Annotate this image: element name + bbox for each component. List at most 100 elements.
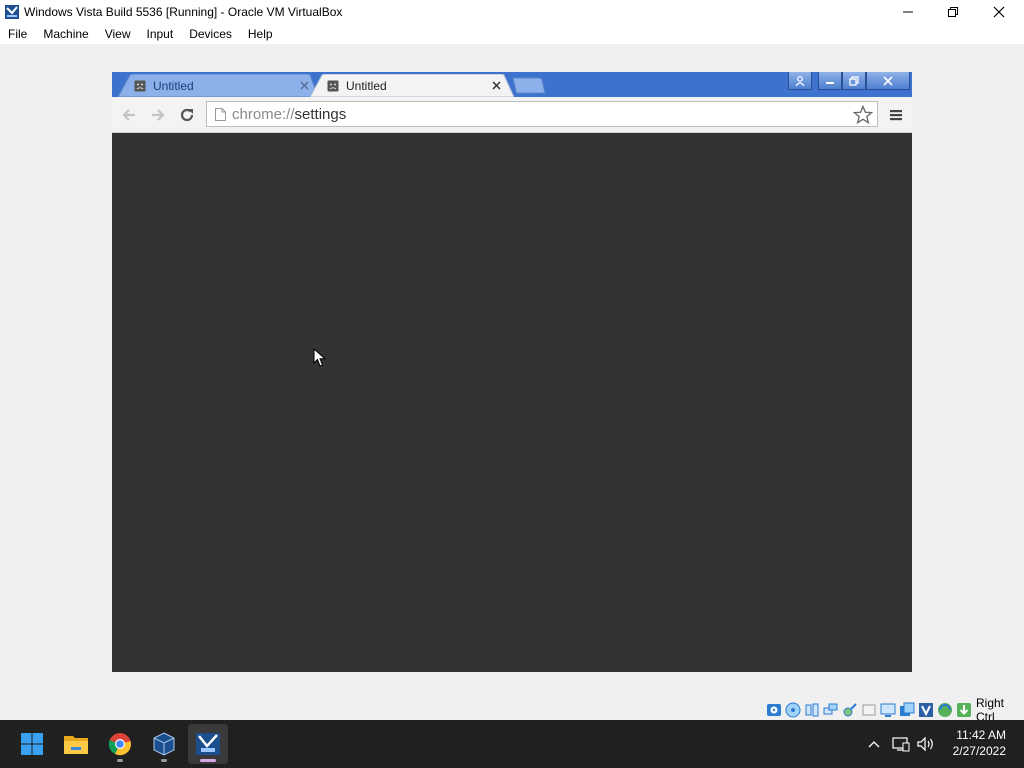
address-bar-url: chrome://settings (232, 106, 346, 123)
hard-disk-button[interactable] (766, 702, 782, 718)
network-button[interactable] (823, 702, 839, 718)
tab-close-button[interactable] (490, 79, 502, 91)
star-icon[interactable] (853, 105, 873, 125)
active-indicator (200, 759, 216, 762)
optical-drive-icon (785, 702, 801, 718)
browser-close-button[interactable] (866, 72, 910, 90)
tab-title: Untitled (153, 79, 194, 93)
arrow-right-icon (152, 109, 165, 121)
menu-devices[interactable]: Devices (181, 24, 240, 44)
taskbar-file-explorer[interactable] (56, 724, 96, 764)
menu-view[interactable]: View (97, 24, 139, 44)
running-indicator (117, 759, 123, 762)
display-button[interactable] (880, 702, 896, 718)
new-tab-button[interactable] (512, 77, 546, 94)
mouse-integration-button[interactable] (937, 702, 953, 718)
sad-page-icon (327, 80, 339, 92)
close-button[interactable] (976, 0, 1022, 24)
restore-icon (849, 75, 859, 86)
keyboard-capture-icon (957, 703, 971, 717)
usb-icon (843, 703, 857, 717)
windows-start-icon (21, 733, 43, 755)
hard-disk-icon (767, 704, 781, 716)
url-path: settings (294, 106, 347, 123)
close-icon (993, 6, 1005, 18)
network-icon (823, 703, 838, 715)
sad-page-icon (134, 80, 146, 92)
vm-statusbar: Right Ctrl (766, 696, 1024, 724)
usb-button[interactable] (842, 702, 858, 718)
taskbar-chrome[interactable] (100, 724, 140, 764)
tab-title: Untitled (346, 79, 387, 93)
clock-date: 2/27/2022 (952, 744, 1006, 758)
address-bar[interactable]: chrome://settings (206, 101, 878, 127)
volume-icon (917, 736, 933, 752)
url-scheme: chrome:// (232, 106, 295, 123)
network-icon (892, 737, 910, 752)
browser-page-content[interactable] (112, 133, 912, 672)
menu-help[interactable]: Help (240, 24, 281, 44)
virtualization-icon (919, 703, 933, 717)
minimize-icon (826, 81, 834, 84)
menu-input[interactable]: Input (139, 24, 182, 44)
restore-icon (948, 7, 958, 17)
reload-button[interactable] (177, 105, 197, 125)
browser-toolbar: chrome://settings (112, 97, 912, 133)
keyboard-capture-button[interactable] (956, 702, 972, 718)
display-icon (880, 703, 896, 717)
minimize-button[interactable] (885, 0, 931, 24)
taskbar: 11:42 AM 2/27/2022 (0, 720, 1024, 768)
shared-folders-icon (862, 704, 876, 716)
tab-inactive[interactable]: Untitled (118, 74, 318, 97)
taskbar-virtualbox[interactable] (144, 724, 184, 764)
volume-tray-button[interactable] (916, 734, 936, 754)
video-capture-icon (900, 702, 915, 716)
browser-tabstrip: Untitled Untitled (112, 72, 912, 97)
browser-minimize-button[interactable] (818, 72, 842, 90)
close-icon (883, 75, 893, 86)
menu-bar: File Machine View Input Devices Help (0, 24, 1024, 44)
minimize-icon (903, 11, 913, 13)
browser-restore-button[interactable] (842, 72, 866, 90)
running-indicator (161, 759, 167, 762)
vista-vm-icon (196, 733, 220, 755)
chrome-icon (108, 733, 131, 756)
close-icon (491, 80, 501, 90)
guest-screen[interactable]: Untitled Untitled chrome://settings (112, 72, 912, 672)
clock-time: 11:42 AM (956, 728, 1006, 742)
page-icon (215, 108, 226, 121)
show-hidden-icons-button[interactable] (864, 734, 884, 754)
virtualization-button[interactable] (918, 702, 934, 718)
mouse-integration-icon (938, 703, 952, 717)
tab-close-button[interactable] (298, 79, 310, 91)
chevron-up-icon (868, 741, 880, 748)
window-titlebar: Windows Vista Build 5536 [Running] - Ora… (0, 0, 1024, 24)
taskbar-vista-vm[interactable] (188, 724, 228, 764)
optical-drive-button[interactable] (785, 702, 801, 718)
menu-machine[interactable]: Machine (35, 24, 96, 44)
hamburger-menu-icon (890, 110, 902, 121)
audio-icon (805, 703, 819, 717)
profile-button[interactable] (788, 72, 812, 90)
close-icon (299, 80, 309, 90)
video-capture-button[interactable] (899, 702, 915, 718)
audio-button[interactable] (804, 702, 820, 718)
virtualbox-icon (153, 732, 175, 756)
network-tray-button[interactable] (891, 734, 911, 754)
person-icon (795, 75, 805, 86)
file-explorer-icon (64, 736, 88, 754)
restore-button[interactable] (930, 0, 976, 24)
shared-folders-button[interactable] (861, 702, 877, 718)
chrome-menu-button[interactable] (886, 105, 906, 125)
tab-active[interactable]: Untitled (310, 74, 514, 97)
mouse-pointer-icon (313, 348, 327, 367)
window-title: Windows Vista Build 5536 [Running] - Ora… (24, 5, 343, 19)
back-button[interactable] (119, 105, 139, 125)
forward-button[interactable] (148, 105, 168, 125)
menu-file[interactable]: File (0, 24, 35, 44)
taskbar-clock[interactable]: 11:42 AM 2/27/2022 (953, 727, 1006, 759)
browser-caption-buttons (788, 72, 910, 90)
arrow-left-icon (122, 109, 135, 121)
virtualbox-vista-icon (5, 5, 19, 19)
start-button[interactable] (12, 724, 52, 764)
